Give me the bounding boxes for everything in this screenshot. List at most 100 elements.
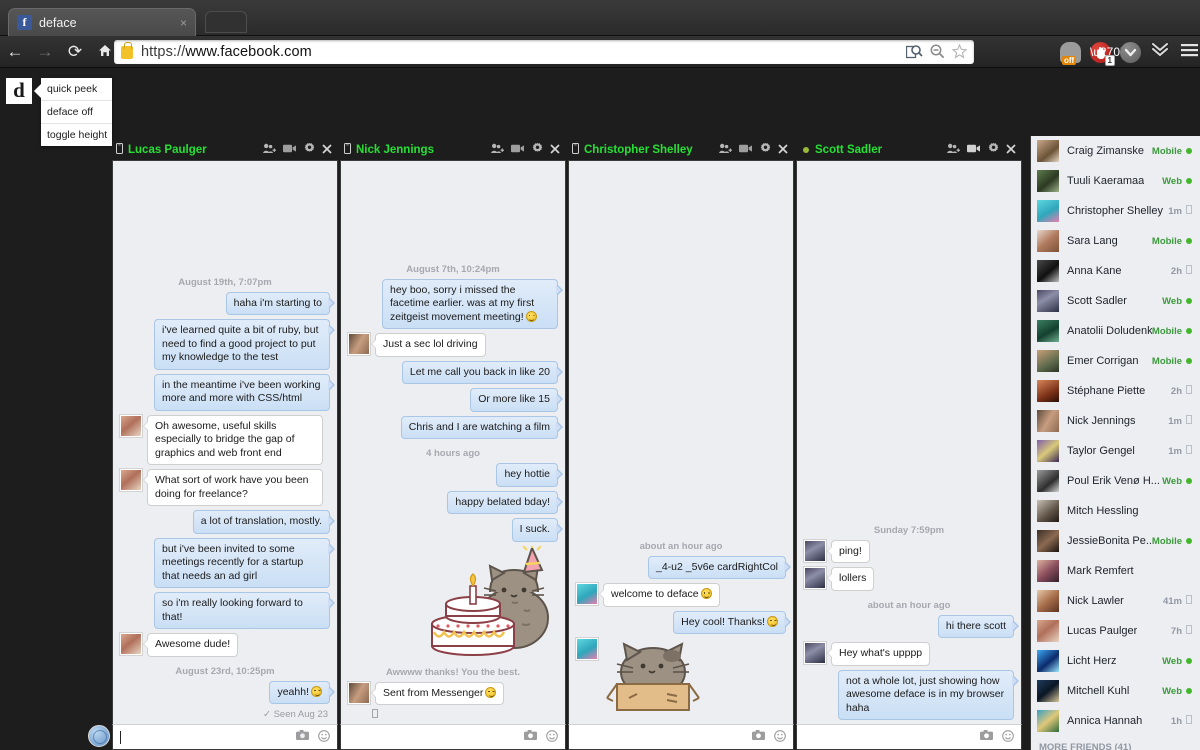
camera-icon[interactable]	[296, 729, 309, 745]
chat-input-bar[interactable]	[112, 724, 338, 750]
close-icon[interactable]	[778, 144, 788, 156]
browser-tab-deface[interactable]: f deface ×	[8, 8, 196, 36]
chat-body[interactable]: Sunday 7:59pm ping! lollers about an hou…	[796, 160, 1022, 724]
gear-icon[interactable]	[988, 143, 999, 157]
friend-row-emer-corrigan[interactable]: Emer Corrigan Mobile	[1031, 346, 1200, 376]
chat-input-bar[interactable]	[340, 724, 566, 750]
video-call-icon[interactable]	[967, 144, 981, 156]
deface-menu-toggle-height[interactable]: toggle height	[41, 124, 112, 146]
friend-row-mitchell-kuhl[interactable]: Mitchell Kuhl Web	[1031, 676, 1200, 706]
chat-body[interactable]: August 19th, 7:07pm haha i'm starting to…	[112, 160, 338, 724]
gear-icon[interactable]	[532, 143, 543, 157]
bookmark-star-icon[interactable]	[951, 43, 968, 61]
video-call-icon[interactable]	[739, 144, 753, 156]
deface-menu-quick-peek[interactable]: quick peek	[41, 78, 112, 101]
pocket-extension-icon[interactable]	[1150, 41, 1170, 63]
friend-row-sara-lang[interactable]: Sara Lang Mobile	[1031, 226, 1200, 256]
add-people-icon[interactable]	[719, 143, 732, 157]
zoom-out-icon[interactable]	[930, 44, 945, 61]
close-icon[interactable]	[550, 144, 560, 156]
ghostery-extension-icon[interactable]: off	[1060, 41, 1081, 65]
chat-input-bar[interactable]	[568, 724, 794, 750]
globe-icon[interactable]	[88, 725, 110, 747]
friend-row-stephane-piette[interactable]: Stéphane Piette 2h	[1031, 376, 1200, 406]
video-call-icon[interactable]	[283, 144, 297, 156]
friend-status: 2h	[1171, 264, 1193, 277]
close-icon[interactable]	[1006, 144, 1016, 156]
date-separator: Sunday 7:59pm	[873, 524, 945, 536]
message-row: happy belated bday!	[348, 490, 563, 514]
forward-icon[interactable]: →	[30, 43, 60, 60]
deface-logo[interactable]: d	[6, 78, 32, 104]
tab-title: deface	[39, 15, 77, 30]
chat-body[interactable]: about an hour ago _4-u2 _5v6e cardRightC…	[568, 160, 794, 724]
friend-row-mitch-hessling[interactable]: Mitch Hessling	[1031, 496, 1200, 526]
friend-row-craig-zimanske[interactable]: Craig Zimanske Mobile	[1031, 136, 1200, 166]
friend-row-taylor-gengel[interactable]: Taylor Gengel 1m	[1031, 436, 1200, 466]
address-bar[interactable]: https://www.facebook.com	[114, 40, 974, 64]
chat-input-bar[interactable]	[796, 724, 1022, 750]
video-call-icon[interactable]	[511, 144, 525, 156]
message-bubble: hi there scott	[937, 614, 1020, 638]
gear-icon[interactable]	[304, 143, 315, 157]
emoji-icon[interactable]	[1002, 729, 1014, 745]
date-separator: August 7th, 10:24pm	[406, 263, 500, 275]
friend-row-nick-lawler[interactable]: Nick Lawler 41m	[1031, 586, 1200, 616]
message-bubble: not a whole lot, just showing how awesom…	[838, 669, 1019, 720]
friend-name: Mitchell Kuhl	[1067, 685, 1130, 697]
downloads-extension-icon[interactable]	[1120, 41, 1141, 63]
friend-row-tuuli-kaeramaa[interactable]: Tuuli Kaeramaa Web	[1031, 166, 1200, 196]
deface-menu-deface-off[interactable]: deface off	[41, 101, 112, 124]
friend-row-anna-kane[interactable]: Anna Kane 2h	[1031, 256, 1200, 286]
new-tab-button[interactable]	[205, 11, 247, 33]
reload-icon[interactable]: ⟳	[60, 43, 90, 60]
emoji-icon[interactable]	[318, 729, 330, 745]
chat-input-icons	[980, 729, 1014, 745]
message-bubble: Let me call you back in like 20	[401, 360, 564, 384]
emoji-icon	[767, 615, 778, 627]
message-bubble: Or more like 15	[470, 388, 563, 412]
date-separator: August 23rd, 10:25pm	[175, 665, 275, 677]
friend-row-christopher-shelley[interactable]: Christopher Shelley 1m	[1031, 196, 1200, 226]
friend-status: 1m	[1168, 414, 1193, 427]
friend-row-scott-sadler[interactable]: Scott Sadler Web	[1031, 286, 1200, 316]
seen-receipt: ✓ Seen Aug 23	[262, 709, 328, 720]
message-bubble: Hey what's upppp	[826, 642, 931, 666]
friend-row-nick-jennings[interactable]: Nick Jennings 1m	[1031, 406, 1200, 436]
friend-name: Lucas Paulger	[1067, 625, 1138, 637]
back-icon[interactable]: ←	[0, 43, 30, 60]
close-icon[interactable]: ×	[180, 17, 187, 29]
camera-icon[interactable]	[524, 729, 537, 745]
friend-row-mark-remfert[interactable]: Mark Remfert	[1031, 556, 1200, 586]
chat-input-icons	[296, 729, 330, 745]
friend-row-licht-herz[interactable]: Licht Herz Web	[1031, 646, 1200, 676]
add-people-icon[interactable]	[947, 143, 960, 157]
page-search-icon[interactable]	[905, 44, 923, 61]
close-icon[interactable]	[322, 144, 332, 156]
adblock-extension-icon[interactable]: \u270b 1	[1090, 41, 1127, 66]
camera-icon[interactable]	[980, 729, 993, 745]
avatar	[1037, 590, 1059, 612]
friend-status: Mobile	[1152, 356, 1192, 367]
chat-title: Nick Jennings	[356, 144, 434, 156]
friend-row-anatolii-doludenko[interactable]: Anatolii Doludenko Mobile	[1031, 316, 1200, 346]
chat-tools	[947, 143, 1016, 157]
avatar	[348, 333, 370, 355]
friend-row-lucas-paulger[interactable]: Lucas Paulger 7h	[1031, 616, 1200, 646]
gear-icon[interactable]	[760, 143, 771, 157]
friends-list[interactable]: Craig Zimanske Mobile Tuuli Kaeramaa Web	[1031, 136, 1200, 750]
add-people-icon[interactable]	[263, 143, 276, 157]
chat-column-scott-sadler: Scott Sadler Sunday 7:59pm ping! lollers…	[796, 140, 1022, 750]
friend-row-jessiebonita-pe[interactable]: JessieBonita Pe... Mobile	[1031, 526, 1200, 556]
friend-row-poul-erik-veno[interactable]: Poul Erik Venø H... Web	[1031, 466, 1200, 496]
camera-icon[interactable]	[752, 729, 765, 745]
add-people-icon[interactable]	[491, 143, 504, 157]
friend-name: JessieBonita Pe...	[1067, 535, 1152, 547]
emoji-icon[interactable]	[546, 729, 558, 745]
friend-row-annica-hannah[interactable]: Annica Hannah 1h	[1031, 706, 1200, 736]
avatar	[1037, 500, 1059, 522]
chat-body[interactable]: August 7th, 10:24pm hey boo, sorry i mis…	[340, 160, 566, 724]
more-friends-header: MORE FRIENDS (41)	[1039, 742, 1132, 750]
chrome-menu-icon[interactable]	[1179, 42, 1199, 63]
emoji-icon[interactable]	[774, 729, 786, 745]
